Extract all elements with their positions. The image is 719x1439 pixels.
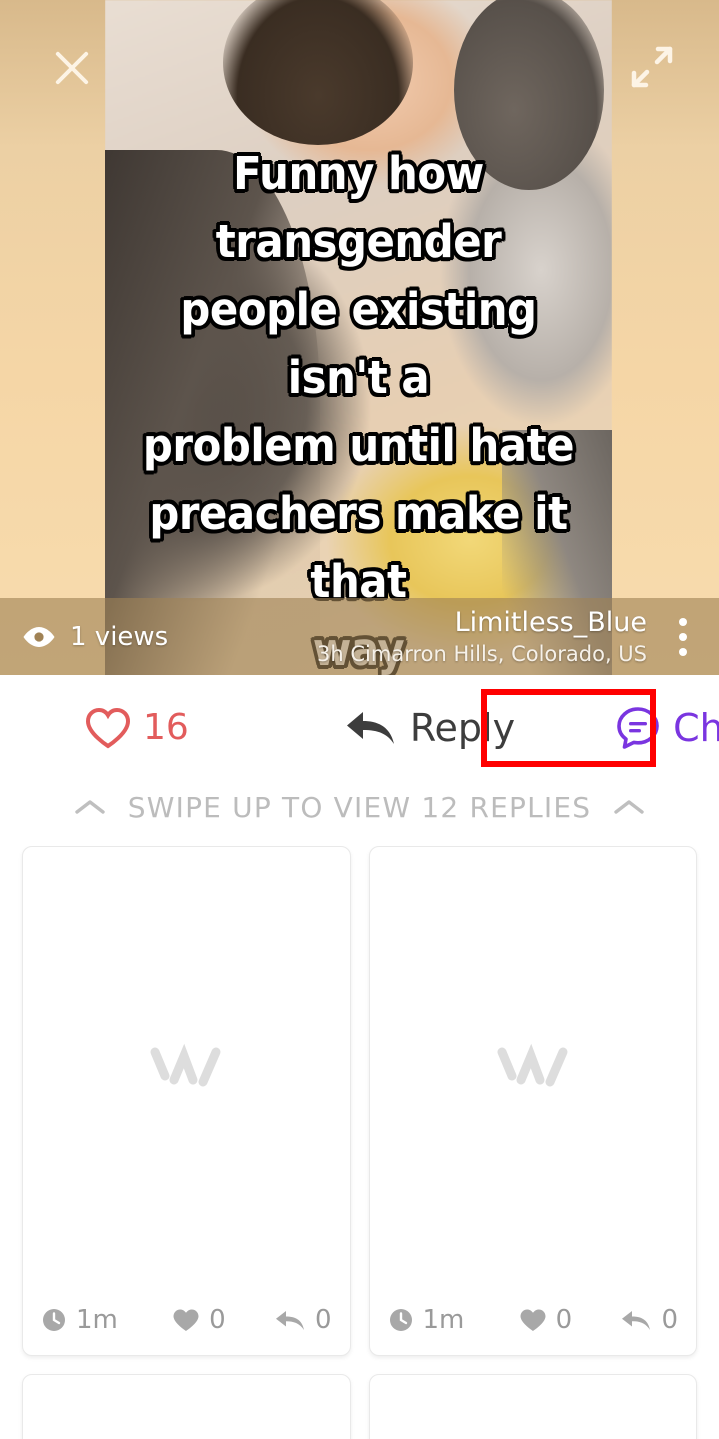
reply-arrow-icon [622, 1311, 651, 1330]
post-caption: Funny how transgender people existing is… [142, 147, 575, 675]
heart-filled-icon [173, 1309, 199, 1331]
clock-icon [389, 1309, 412, 1331]
poster-username: Limitless_Blue [454, 606, 647, 638]
reply-replies-label: 0 [314, 1305, 332, 1335]
replies-grid: 1m 0 0 1m 0 0 [0, 846, 719, 1439]
reply-time-label: 1m [422, 1305, 465, 1335]
eye-icon [23, 626, 55, 647]
reply-card-stats: 1m 0 0 [23, 1285, 350, 1355]
poster-location-time: 3h Cimarron Hills, Colorado, US [317, 641, 647, 666]
reply-card[interactable]: 1m 0 0 [22, 846, 351, 1356]
reply-reply-count: 0 [620, 1305, 678, 1335]
reply-card-body [23, 1375, 350, 1439]
reply-like-count: 0 [172, 1305, 226, 1335]
chat-label: Chat [673, 705, 719, 750]
reply-time-label: 1m [76, 1305, 118, 1335]
kebab-menu-icon[interactable] [661, 617, 705, 656]
expand-icon[interactable] [627, 42, 677, 92]
like-count-label: 16 [143, 707, 189, 748]
media-info-bar: 1 views Limitless_Blue 3h Cimarron Hills… [0, 598, 719, 675]
reply-arrow-icon [346, 711, 394, 744]
close-icon[interactable] [48, 44, 96, 92]
reply-like-count: 0 [519, 1305, 573, 1335]
reply-button[interactable]: Reply [344, 706, 515, 750]
whisper-logo-icon [150, 1043, 221, 1087]
view-count: 1 views [22, 622, 168, 652]
reply-label: Reply [409, 705, 516, 750]
view-count-label: 1 views [70, 621, 169, 652]
clock-icon [43, 1309, 65, 1331]
reply-card-body [23, 847, 350, 1285]
reply-card[interactable]: 1m 0 0 [368, 846, 697, 1356]
reply-like-label: 0 [209, 1305, 226, 1335]
reply-card[interactable] [368, 1374, 697, 1439]
reply-card-stats: 1m 0 0 [370, 1285, 697, 1355]
reply-arrow-icon [275, 1311, 304, 1330]
reply-card-body [370, 847, 697, 1285]
reply-timestamp: 1m [41, 1305, 118, 1335]
chat-bubble-icon [617, 706, 659, 749]
swipe-hint-label: SWIPE UP TO VIEW 12 REPLIES [127, 790, 592, 824]
whisper-logo-icon [497, 1043, 568, 1087]
reply-card[interactable] [22, 1374, 351, 1439]
action-bar: 16 Reply Chat [0, 675, 719, 780]
reply-reply-count: 0 [274, 1305, 332, 1335]
reply-like-label: 0 [555, 1305, 573, 1335]
post-detail-screen: Funny how transgender people existing is… [0, 0, 719, 1439]
chat-button[interactable]: Chat [615, 705, 719, 751]
poster-info[interactable]: Limitless_Blue 3h Cimarron Hills, Colora… [317, 607, 647, 667]
reply-replies-label: 0 [661, 1305, 678, 1335]
chevron-up-icon [614, 800, 644, 814]
chevron-up-icon [75, 800, 105, 814]
heart-outline-icon [85, 707, 131, 748]
swipe-up-hint[interactable]: SWIPE UP TO VIEW 12 REPLIES [0, 780, 719, 834]
heart-filled-icon [520, 1309, 546, 1331]
post-media[interactable]: Funny how transgender people existing is… [0, 0, 719, 675]
like-button[interactable]: 16 [85, 707, 189, 749]
reply-timestamp: 1m [388, 1305, 465, 1335]
reply-card-body [370, 1375, 697, 1439]
